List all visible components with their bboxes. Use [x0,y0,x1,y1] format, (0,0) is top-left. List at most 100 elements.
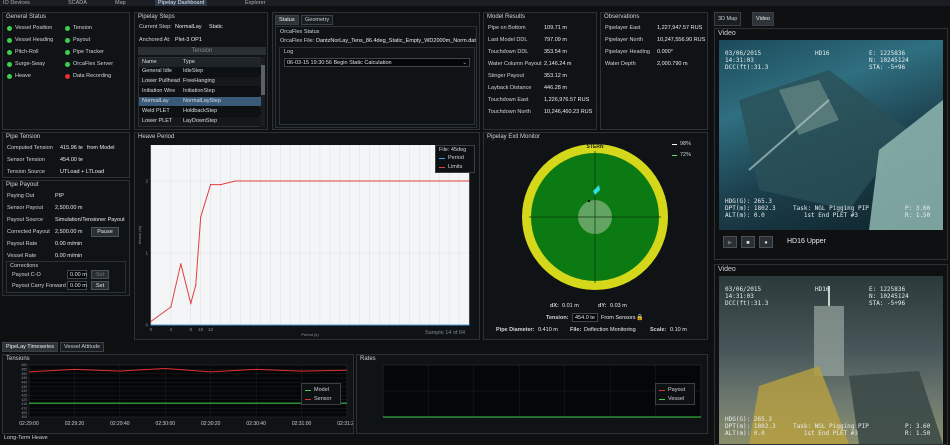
orcaflex-status-group: OrcaFlex Status OrcaFlex File: DantzNorL… [275,26,477,128]
model-result-label: Touchdown East [488,97,529,103]
lock-icon[interactable]: 🔒 [636,314,643,321]
log-select[interactable]: 06-03-15 19:30:56 Begin Static Calculati… [284,58,470,67]
y-tick-label: 0 [145,323,148,328]
play-icon[interactable]: ▶ [723,236,737,248]
video-title: Video [718,266,736,273]
overlay-heading: HDG(G): 265.3 DPT(m): 1802.3 ALT(m): 0.0 [725,416,776,437]
computed-tension-value: 415.96 te [60,145,83,151]
tab-status[interactable]: Status [275,15,299,25]
x-tick-label: 02:30:40 [246,421,266,427]
col-name: Name [142,59,157,65]
stop-icon[interactable]: ■ [741,236,755,248]
current-step-value: NormalLay [175,24,202,30]
dy-value: 0.03 m [610,303,627,309]
exit-monitor-target: STERN [522,144,668,290]
tab-map[interactable]: Map [112,0,129,6]
dy-label: dY: [598,303,607,309]
corrections-group: Corrections Payout C-O 0.00 m Set Payout… [6,261,126,293]
step-type: IdleStep [183,68,204,74]
data-point [468,180,470,182]
observation-label: Pipelayer Heading [605,49,650,55]
rates-legend: Payout Vessel [655,383,695,405]
orcaflex-status-title: OrcaFlex Status [280,29,320,35]
table-row[interactable]: Lower PLET LayDownStep [139,117,261,126]
payout-co-input[interactable]: 0.00 m [67,270,87,279]
x-tick-label: 02:30:00 [156,421,176,427]
y-axis-label: Heave (m) [137,225,142,244]
tab-vessel-attitude[interactable]: Vessel Attitude [60,342,105,352]
status-indicator [65,50,70,55]
pipe-payout-panel: Pipe Payout Paying Out PIP Sensor Payout… [2,180,130,296]
steps-scrollbar[interactable] [261,57,265,127]
vessel-rate-value: 0.00 m/min [55,253,83,259]
legend-period-swatch [439,158,445,159]
record-icon[interactable]: ● [759,236,773,248]
heave-legend: File: 45deg Period Limits [435,145,475,173]
y-tick-label: 450 [21,372,27,376]
pause-button[interactable]: Pause [91,227,119,237]
y-tick-label: 420 [21,398,27,402]
legend-limits-swatch [439,167,445,168]
tension-source-label: Tension Source [7,169,45,175]
scrollbar-thumb[interactable] [261,65,265,95]
x-tick-label: 02:31:20 [337,421,353,427]
computed-tension-source: from Model [87,145,115,151]
corrected-payout-value: 2,500.00 m [55,229,83,235]
tab-pipelay-dashboard[interactable]: Pipelay Dashboard [155,0,208,6]
overlay-camera: HD16 [815,50,830,57]
overlay-datetime: 03/06/2015 14:31:03 DCC(ft):31.3 [725,286,769,307]
tab-3d-map[interactable]: 3D Map [714,12,742,26]
log-entry: 06-03-15 19:30:56 Begin Static Calculati… [287,60,392,66]
table-row[interactable]: General Idle IdleStep [139,67,261,76]
x-tick-label: 12 [208,327,214,332]
carry-forward-input[interactable]: 0.00 m [67,281,87,290]
x-tick-label: 10 [198,327,204,332]
step-type: InitiationStep [183,88,215,94]
data-point [299,180,301,182]
legend-72-swatch [672,155,677,156]
exit-file-value: Deflection Monitoring [584,327,636,333]
status-label: Vessel Position [15,25,53,31]
model-result-value: 1,226,976.57 RUS [544,97,590,103]
y-tick-label: 440 [21,381,27,385]
col-type: Type [183,59,195,65]
x-tick-label: 02:29:20 [65,421,85,427]
table-row[interactable]: Initiation Wire InitiationStep [139,87,261,96]
payout-co-set-button[interactable]: Set [91,270,109,279]
legend-payout-swatch [659,390,665,391]
panel-title: Rates [360,356,376,362]
table-row[interactable]: Lower Pullhead FreeHanging [139,77,261,86]
table-row[interactable]: Weld PLET HoldbackStep [139,107,261,116]
orcaflex-file-label: OrcaFlex File: [280,38,315,44]
status-indicator [7,38,12,43]
tab-explorer[interactable]: Explorer [242,0,268,6]
data-point [170,306,172,308]
exit-monitor-panel: Pipelay Exit Monitor STERN 98% 72% dX: 0… [483,132,708,340]
tab-io-devices[interactable]: IO Devices [0,0,33,6]
table-row[interactable]: NormalLay NormalLayStep [139,97,261,106]
overlay-heading: HDG(G): 265.3 DPT(m): 1802.3 ALT(m): 0.0 [725,198,776,219]
corrected-payout-label: Corrected Payout [7,229,50,235]
tab-scada[interactable]: SCADA [65,0,90,6]
rates-panel: Rates Payout Vessel [356,354,708,434]
orcaflex-file-value: DantzNorLay_Tens_86.4deg_Static_Empty_WD… [316,38,476,44]
data-point [219,184,222,186]
steps-table: Name Type General Idle IdleStep Lower Pull… [138,57,261,127]
chevron-down-icon[interactable]: ⌄ [462,59,467,67]
tab-geometry[interactable]: Geometry [301,15,334,25]
legend-limits-label: Limits [448,164,463,170]
video-feed-1[interactable]: 03/06/2015 14:31:03 DCC(ft):31.3 HD16 E:… [719,40,943,230]
carry-forward-set-button[interactable]: Set [91,281,109,290]
sensor-payout-value: 2,500.00 m [55,205,83,211]
video-feed-2[interactable]: 03/06/2015 14:31:03 DCC(ft):31.3 HD16 E:… [719,276,943,444]
overlay-task: Task: NGL Pigging PIP 1st End PLET #3 [793,205,869,219]
model-result-value: 446.28 m [544,85,567,91]
paying-out-label: Paying Out [7,193,35,199]
tab-pipelay-timeseries[interactable]: PipeLay Timeseries [2,342,58,352]
pipe-diameter-value: 0.410 m [538,327,558,333]
carry-forward-label: Payout Carry Forward [12,283,66,289]
observation-value: 2,000.790 m [657,61,688,67]
tensions-legend: Model Sensor [301,383,341,405]
tab-video[interactable]: Video [752,12,774,26]
scale-value: 0.10 m [670,327,687,333]
